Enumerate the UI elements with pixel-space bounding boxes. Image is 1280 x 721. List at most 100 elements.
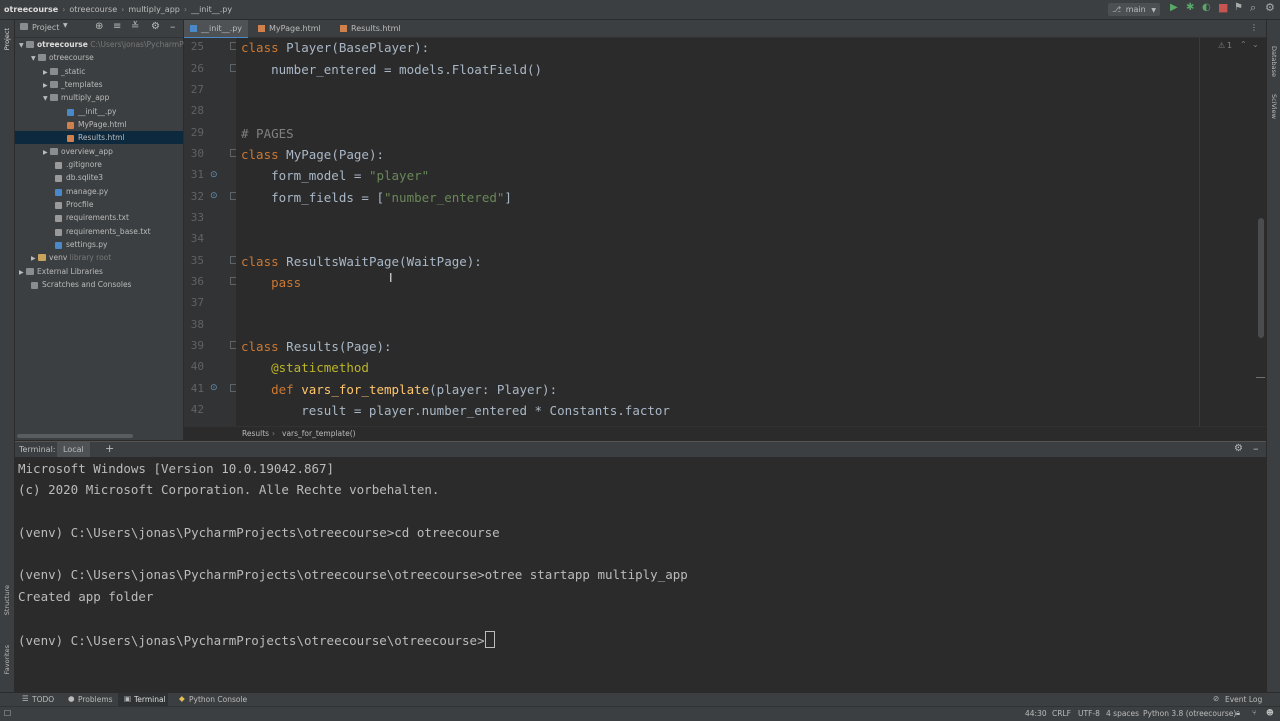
tab-mypage-html[interactable]: MyPage.html bbox=[248, 20, 330, 37]
text-file-icon bbox=[55, 212, 63, 222]
tree-item[interactable]: db.sqlite3 bbox=[15, 171, 183, 184]
vertical-scrollbar[interactable] bbox=[1258, 218, 1264, 338]
terminal-tool-button[interactable]: Terminal bbox=[134, 695, 166, 704]
caret-position[interactable]: 44:30 bbox=[1025, 709, 1047, 718]
minimize-icon[interactable]: – bbox=[1253, 442, 1259, 455]
chevron-down-icon[interactable]: ⌄ bbox=[1252, 40, 1259, 49]
search-icon[interactable]: ⌕ bbox=[1250, 1, 1256, 15]
breadcrumb-item[interactable]: Results bbox=[242, 429, 269, 438]
override-icon[interactable]: ⊙ bbox=[210, 170, 218, 180]
tree-item[interactable]: ▶ _static bbox=[15, 65, 183, 78]
lock-icon[interactable]: 🔒︎ bbox=[1236, 708, 1240, 718]
settings-icon[interactable]: ⚙ bbox=[1265, 1, 1275, 14]
debug-icon[interactable]: ✱ bbox=[1186, 2, 1194, 13]
code-line: form_fields = ["number_entered"] bbox=[241, 190, 512, 205]
right-margin-guide bbox=[1199, 38, 1200, 426]
tab-results-html[interactable]: Results.html bbox=[330, 20, 410, 37]
tool-window-bar: ☰ TODO ● Problems ▣ Terminal ◆ Python Co… bbox=[0, 692, 1280, 707]
stop-icon[interactable]: ■ bbox=[1218, 1, 1228, 14]
tab-init-py[interactable]: __init__.py bbox=[184, 20, 248, 39]
tree-item[interactable]: ▼ multiply_app bbox=[15, 91, 183, 104]
horizontal-scrollbar[interactable] bbox=[17, 434, 133, 438]
indent-setting[interactable]: 4 spaces bbox=[1106, 709, 1139, 718]
breadcrumb-item[interactable]: multiply_app bbox=[128, 0, 180, 19]
tree-item-label: settings.py bbox=[66, 240, 108, 249]
breadcrumb-item[interactable]: vars_for_template() bbox=[282, 429, 356, 438]
tree-item[interactable]: ▼ otreecourse C:\Users\jonas\PycharmP bbox=[15, 38, 184, 51]
tree-item[interactable]: settings.py bbox=[15, 238, 183, 251]
tree-item-label: requirements_base.txt bbox=[66, 227, 151, 236]
file-encoding[interactable]: UTF-8 bbox=[1078, 709, 1100, 718]
code-line: def vars_for_template(player: Player): bbox=[241, 382, 558, 397]
override-icon[interactable]: ⊙ bbox=[210, 191, 218, 201]
notifications-icon[interactable]: ☻ bbox=[1266, 708, 1274, 717]
project-panel-title[interactable]: Project bbox=[32, 23, 59, 32]
gear-icon[interactable]: ⚙ bbox=[151, 21, 160, 32]
python-interpreter[interactable]: Python 3.8 (otreecourse) bbox=[1143, 709, 1236, 718]
event-log-tool-button[interactable]: Event Log bbox=[1225, 695, 1262, 704]
tree-item[interactable]: Procfile bbox=[15, 198, 183, 211]
favorites-tool-button[interactable]: Favorites bbox=[3, 645, 11, 674]
locate-icon[interactable]: ⊕ bbox=[95, 21, 103, 32]
tree-item[interactable]: Scratches and Consoles bbox=[15, 278, 183, 291]
tree-item-label: Procfile bbox=[66, 200, 94, 209]
chevron-down-icon[interactable]: ▼ bbox=[63, 22, 68, 29]
tree-item[interactable]: ▶ _templates bbox=[15, 78, 183, 91]
coverage-icon[interactable]: ◐ bbox=[1202, 2, 1211, 13]
structure-tool-button[interactable]: Structure bbox=[3, 585, 11, 615]
collapse-all-icon[interactable]: ≚ bbox=[131, 21, 139, 32]
line-number: 40 bbox=[190, 360, 204, 373]
branch-selector[interactable]: ⎇ main ▼ bbox=[1108, 3, 1160, 16]
override-icon[interactable]: ⊙ bbox=[210, 383, 218, 393]
run-icon[interactable]: ▶ bbox=[1170, 2, 1178, 13]
file-icon bbox=[55, 172, 63, 182]
python-file-icon bbox=[190, 25, 197, 32]
project-tool-button[interactable]: Project bbox=[3, 28, 11, 50]
tree-item[interactable]: manage.py bbox=[15, 185, 183, 198]
python-console-tool-button[interactable]: Python Console bbox=[189, 695, 247, 704]
git-icon[interactable]: ⑂ bbox=[1252, 708, 1257, 717]
chevron-up-icon[interactable]: ⌃ bbox=[1240, 40, 1247, 49]
line-number: 28 bbox=[190, 104, 204, 117]
tree-item[interactable]: ▶ External Libraries bbox=[15, 265, 183, 278]
navigation-bar: otreecourse › otreecourse › multiply_app › __i… bbox=[0, 0, 1280, 20]
tab-label: MyPage.html bbox=[269, 24, 321, 33]
line-number: 35 bbox=[190, 254, 204, 267]
line-number: 36 bbox=[190, 275, 204, 288]
warning-icon[interactable]: ⚠ bbox=[1218, 41, 1225, 50]
problems-tool-button[interactable]: Problems bbox=[78, 695, 113, 704]
breadcrumb-item[interactable]: otreecourse bbox=[4, 0, 58, 19]
line-number: 38 bbox=[190, 318, 204, 331]
tree-item[interactable]: Results.html bbox=[15, 131, 183, 144]
database-tool-button[interactable]: Database bbox=[1270, 46, 1278, 77]
tree-item-label: requirements.txt bbox=[66, 213, 129, 222]
breadcrumb-item[interactable]: __init__.py bbox=[191, 0, 232, 19]
minimize-icon[interactable]: – bbox=[170, 20, 176, 33]
tree-item-label: overview_app bbox=[61, 147, 113, 156]
more-tabs-icon[interactable]: ⋮ bbox=[1250, 23, 1258, 32]
tree-item[interactable]: MyPage.html bbox=[15, 118, 183, 131]
tree-item-label: .gitignore bbox=[66, 160, 102, 169]
tree-item[interactable]: __init__.py bbox=[15, 105, 183, 118]
expand-all-icon[interactable]: ≡ bbox=[113, 21, 121, 32]
terminal-output[interactable]: Microsoft Windows [Version 10.0.19042.86… bbox=[15, 457, 1255, 692]
add-icon[interactable]: + bbox=[105, 442, 114, 455]
status-bar: □ 44:30 CRLF UTF-8 4 spaces Python 3.8 (… bbox=[0, 706, 1280, 721]
html-file-icon bbox=[258, 25, 265, 32]
tree-item[interactable]: .gitignore bbox=[15, 158, 183, 171]
tree-item[interactable]: ▶ venv library root bbox=[15, 251, 183, 264]
html-file-icon bbox=[340, 25, 347, 32]
bookmark-icon[interactable]: ⚑ bbox=[1234, 2, 1243, 13]
todo-tool-button[interactable]: TODO bbox=[32, 695, 54, 704]
tree-item[interactable]: requirements.txt bbox=[15, 211, 183, 224]
tab-label: __init__.py bbox=[201, 24, 243, 33]
code-editor[interactable]: class Player(BasePlayer): number_entered… bbox=[236, 38, 1266, 426]
gear-icon[interactable]: ⚙ bbox=[1234, 443, 1243, 454]
sciview-tool-button[interactable]: SciView bbox=[1270, 94, 1278, 119]
layout-icon[interactable]: □ bbox=[4, 708, 11, 717]
tree-item[interactable]: ▼ otreecourse bbox=[15, 51, 183, 64]
breadcrumb-item[interactable]: otreecourse bbox=[69, 0, 117, 19]
tree-item[interactable]: requirements_base.txt bbox=[15, 225, 183, 238]
tree-item[interactable]: ▶ overview_app bbox=[15, 145, 183, 158]
line-separator[interactable]: CRLF bbox=[1052, 709, 1071, 718]
